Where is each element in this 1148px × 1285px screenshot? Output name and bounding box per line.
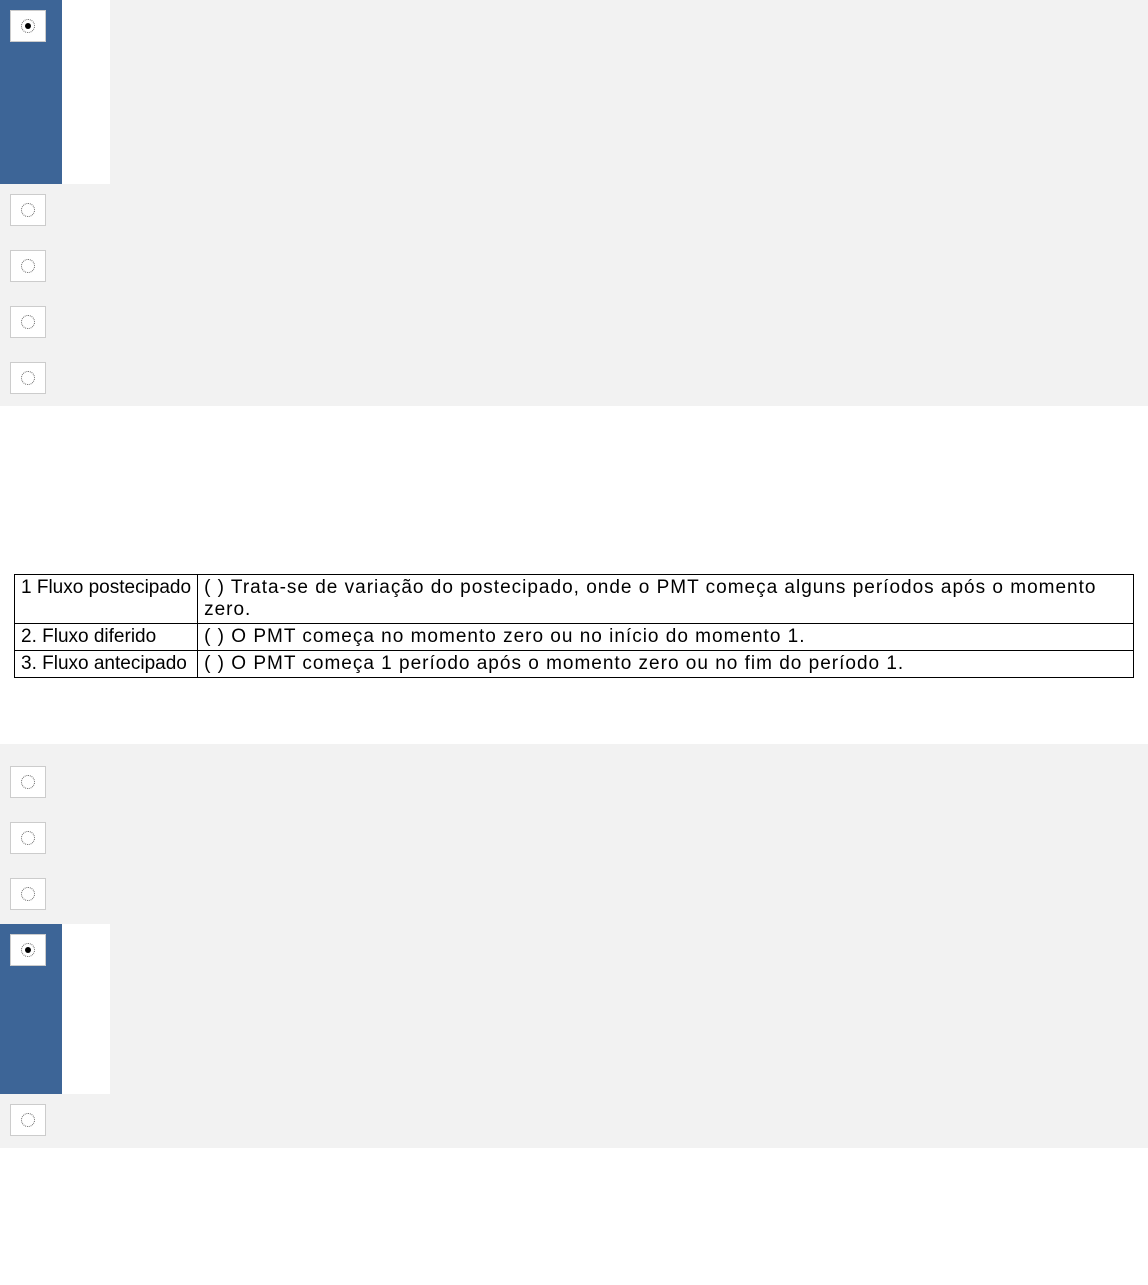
radio-icon (10, 878, 46, 910)
q2-option-d-content (110, 956, 1148, 1094)
match-left-2: 2. Fluxo diferido (15, 624, 198, 651)
match-right-2: ( ) O PMT começa no momento zero ou no i… (198, 624, 1134, 651)
match-left-1: 1 Fluxo postecipado (15, 575, 198, 624)
radio-icon (10, 934, 46, 966)
q2-option-e[interactable] (0, 1094, 1148, 1136)
question-2-options (0, 744, 1148, 1148)
radio-icon (10, 250, 46, 282)
table-row: 3. Fluxo antecipado ( ) O PMT começa 1 p… (15, 651, 1134, 678)
radio-icon (10, 822, 46, 854)
match-right-1: ( ) Trata-se de variação do postecipado,… (198, 575, 1134, 624)
q2-option-b[interactable] (0, 812, 1148, 854)
q1-option-c[interactable] (0, 240, 1148, 282)
radio-icon (10, 306, 46, 338)
table-row: 2. Fluxo diferido ( ) O PMT começa no mo… (15, 624, 1134, 651)
q1-option-a-content (110, 32, 1148, 184)
q2-option-c[interactable] (0, 868, 1148, 910)
radio-icon (10, 766, 46, 798)
match-right-3: ( ) O PMT começa 1 período após o moment… (198, 651, 1134, 678)
table-row: 1 Fluxo postecipado ( ) Trata-se de vari… (15, 575, 1134, 624)
radio-icon (10, 362, 46, 394)
q1-option-d[interactable] (0, 296, 1148, 338)
match-left-3: 3. Fluxo antecipado (15, 651, 198, 678)
q2-option-d[interactable] (0, 924, 1148, 1094)
radio-icon (10, 10, 46, 42)
radio-icon (10, 1104, 46, 1136)
q2-option-a[interactable] (0, 756, 1148, 798)
question-1-options (0, 0, 1148, 406)
q1-option-b[interactable] (0, 184, 1148, 226)
q1-option-e[interactable] (0, 352, 1148, 394)
q1-option-a[interactable] (0, 0, 1148, 184)
radio-icon (10, 194, 46, 226)
matching-table: 1 Fluxo postecipado ( ) Trata-se de vari… (14, 574, 1134, 678)
